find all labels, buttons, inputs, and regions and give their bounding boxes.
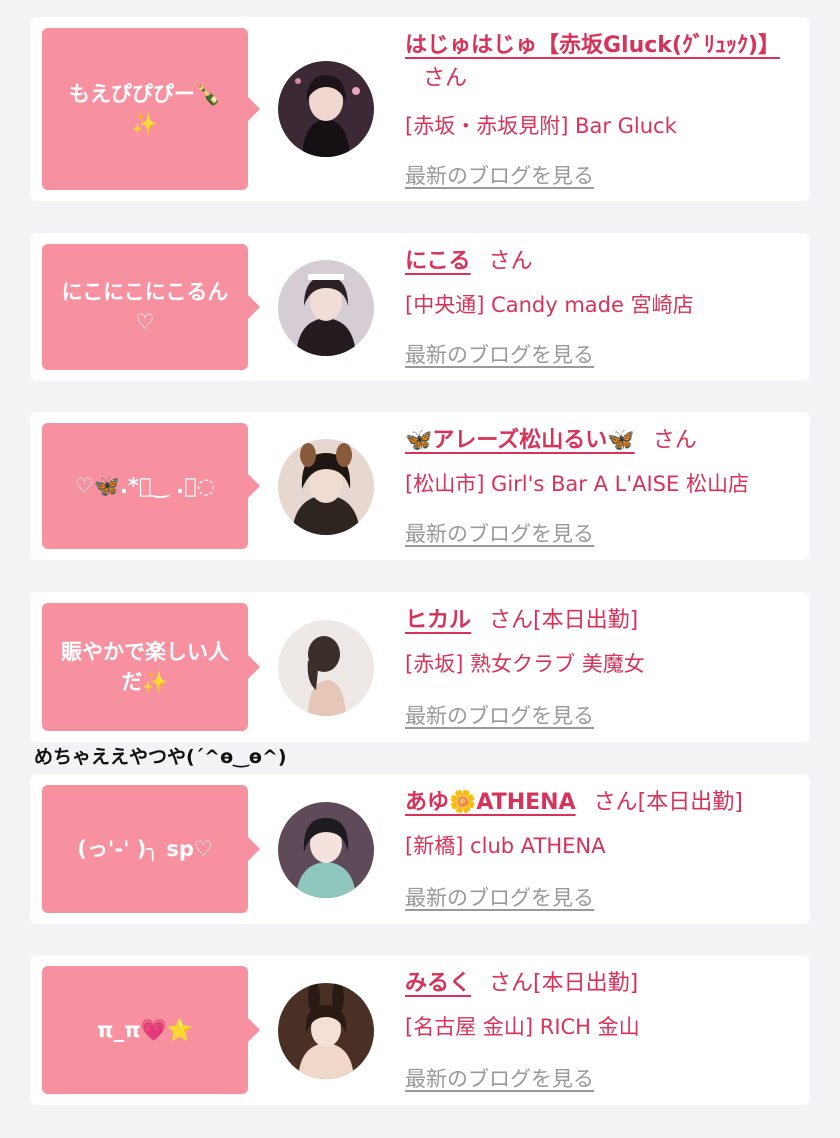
entry-card: (っ'-' )╮ sp♡ あゆ🌼ATHENA さん[本日出勤] [新橋] club… xyxy=(30,774,810,924)
entry-card: もえぴぴぴー🍾 ✨ はじゅはじゅ【赤坂Gluck(ｸﾞﾘｭｯｸ)】さん [赤坂・… xyxy=(30,17,810,201)
avatar[interactable] xyxy=(278,620,374,716)
comment-bubble: もえぴぴぴー🍾 ✨ xyxy=(42,28,260,190)
avatar[interactable] xyxy=(278,983,374,1079)
name-line: 🦋アレーズ松山るい🦋 さん xyxy=(405,424,790,457)
name-line: あゆ🌼ATHENA さん[本日出勤] xyxy=(405,786,790,819)
honorific: さん xyxy=(488,249,533,274)
status-label: [本日出勤] xyxy=(533,608,639,633)
entry-card: ♡🦋.*ﾟ‿ .ﾟ◌ 🦋アレーズ松山るい🦋 さん [松山市] Girl's Bar… xyxy=(30,412,810,560)
name-line: にこる さん xyxy=(405,245,790,278)
comment-bubble: にこにこにこるん ♡ xyxy=(42,244,260,370)
shop-info: [中央通] Candy made 宮崎店 xyxy=(405,293,694,317)
cast-name-link[interactable]: あゆ🌼ATHENA xyxy=(405,790,576,815)
blog-link[interactable]: 最新のブログを見る xyxy=(405,1063,594,1093)
status-label: [本日出勤] xyxy=(637,790,743,815)
honorific: さん xyxy=(652,428,697,453)
cast-name-link[interactable]: はじゅはじゅ【赤坂Gluck(ｸﾞﾘｭｯｸ)】 xyxy=(405,33,780,58)
shop-info: [名古屋 金山] RICH 金山 xyxy=(405,1015,640,1039)
blog-link[interactable]: 最新のブログを見る xyxy=(405,339,594,369)
blog-link[interactable]: 最新のブログを見る xyxy=(405,882,594,912)
avatar[interactable] xyxy=(278,260,374,356)
overlay-caption: めちゃええやつや(ˊ^ө‿ө^) xyxy=(34,746,287,768)
entry-card: 賑やかで楽しい人 だ✨ ヒカル さん[本日出勤] [赤坂] 熟女クラブ 美魔女 最… xyxy=(30,592,810,742)
honorific: さん xyxy=(423,66,468,91)
avatar[interactable] xyxy=(278,439,374,535)
shop-info: [新橋] club ATHENA xyxy=(405,834,606,858)
honorific: さん xyxy=(489,971,534,996)
entry-card: π_π💗⭐ みるく さん[本日出勤] [名古屋 金山] RICH 金山 最新のブロ… xyxy=(30,955,810,1105)
cast-name-link[interactable]: にこる xyxy=(405,249,471,274)
shop-info: [松山市] Girl's Bar A L'AISE 松山店 xyxy=(405,472,749,496)
blog-link[interactable]: 最新のブログを見る xyxy=(405,160,594,190)
name-line: みるく さん[本日出勤] xyxy=(405,967,790,1000)
cast-name-link[interactable]: 🦋アレーズ松山るい🦋 xyxy=(405,428,635,453)
entry-card: にこにこにこるん ♡ にこる さん [中央通] Candy made 宮崎店 最新… xyxy=(30,233,810,381)
shop-info: [赤坂] 熟女クラブ 美魔女 xyxy=(405,652,645,676)
blog-link[interactable]: 最新のブログを見る xyxy=(405,700,594,730)
honorific: さん xyxy=(489,608,534,633)
avatar[interactable] xyxy=(278,61,374,157)
avatar[interactable] xyxy=(278,802,374,898)
comment-bubble: (っ'-' )╮ sp♡ xyxy=(42,785,260,913)
shop-info: [赤坂・赤坂見附] Bar Gluck xyxy=(405,114,677,138)
comment-bubble: ♡🦋.*ﾟ‿ .ﾟ◌ xyxy=(42,423,260,549)
comment-bubble: 賑やかで楽しい人 だ✨ xyxy=(42,603,260,731)
cast-name-link[interactable]: みるく xyxy=(405,971,471,996)
blog-link[interactable]: 最新のブログを見る xyxy=(405,518,594,548)
comment-bubble: π_π💗⭐ xyxy=(42,966,260,1094)
honorific: さん xyxy=(593,790,638,815)
cast-name-link[interactable]: ヒカル xyxy=(405,608,471,633)
name-line: はじゅはじゅ【赤坂Gluck(ｸﾞﾘｭｯｸ)】さん xyxy=(405,29,790,95)
name-line: ヒカル さん[本日出勤] xyxy=(405,604,790,637)
status-label: [本日出勤] xyxy=(533,971,639,996)
